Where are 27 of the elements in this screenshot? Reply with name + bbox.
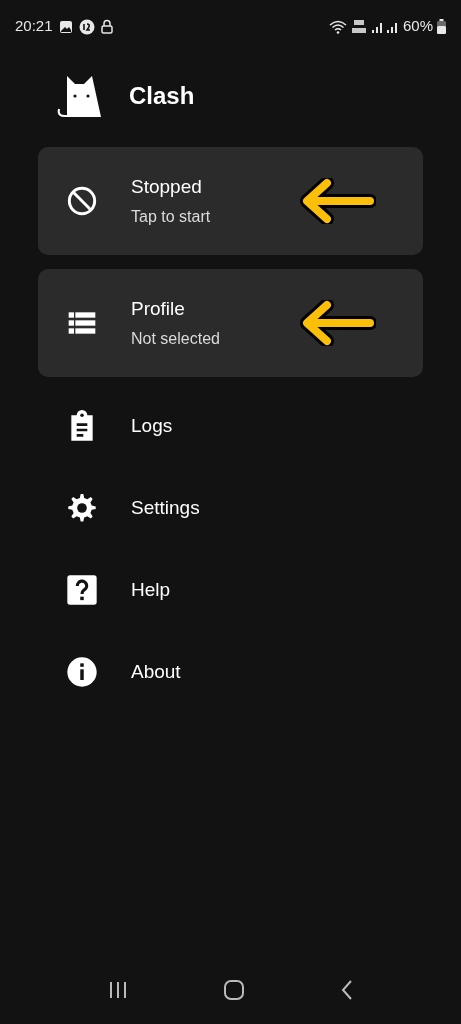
gallery-icon [58, 19, 73, 34]
menu-item[interactable]: Settings [0, 467, 461, 549]
app-title: Clash [129, 81, 195, 111]
help-icon [66, 574, 98, 606]
block-icon [66, 185, 98, 217]
card-title: Stopped [131, 175, 203, 198]
menu-item[interactable]: Logs [0, 385, 461, 467]
menu-item[interactable]: Help [0, 549, 461, 631]
status-card[interactable]: Stopped Tap to start [38, 147, 423, 255]
info-icon [66, 656, 98, 688]
menu-item[interactable]: About [0, 631, 461, 713]
status-time: 20:21 [15, 16, 53, 37]
wifi-icon [328, 19, 347, 34]
notification-icon [78, 18, 95, 35]
lock-icon [100, 19, 113, 34]
cat-logo-icon [56, 74, 102, 118]
arrow-icon [300, 300, 376, 346]
back-icon[interactable] [339, 979, 354, 1001]
home-icon[interactable] [223, 979, 246, 1001]
card-subtitle: Not selected [131, 328, 220, 349]
card-title: Profile [131, 297, 186, 320]
battery-percent: 60% [402, 16, 433, 37]
settings-icon [66, 492, 98, 524]
arrow-icon [300, 178, 376, 224]
battery-icon [437, 19, 446, 34]
status-card[interactable]: Profile Not selected [38, 269, 423, 377]
card-subtitle: Tap to start [131, 206, 211, 227]
